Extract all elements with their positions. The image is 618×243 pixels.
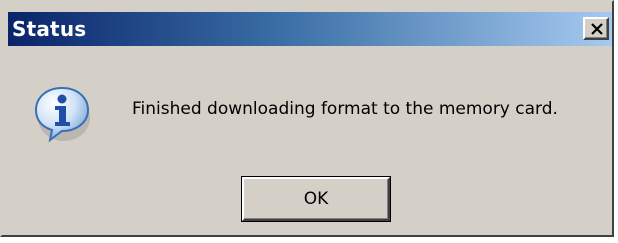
close-button[interactable] (583, 17, 609, 40)
ok-button[interactable]: OK (242, 177, 390, 221)
close-icon (591, 23, 603, 35)
window-title: Status (12, 17, 87, 41)
status-message: Finished downloading format to the memor… (132, 99, 558, 119)
status-dialog: Status Finished downloading format to th… (0, 0, 614, 237)
ok-button-label: OK (303, 189, 329, 209)
info-icon (30, 82, 94, 146)
title-bar[interactable]: Status (8, 12, 612, 46)
